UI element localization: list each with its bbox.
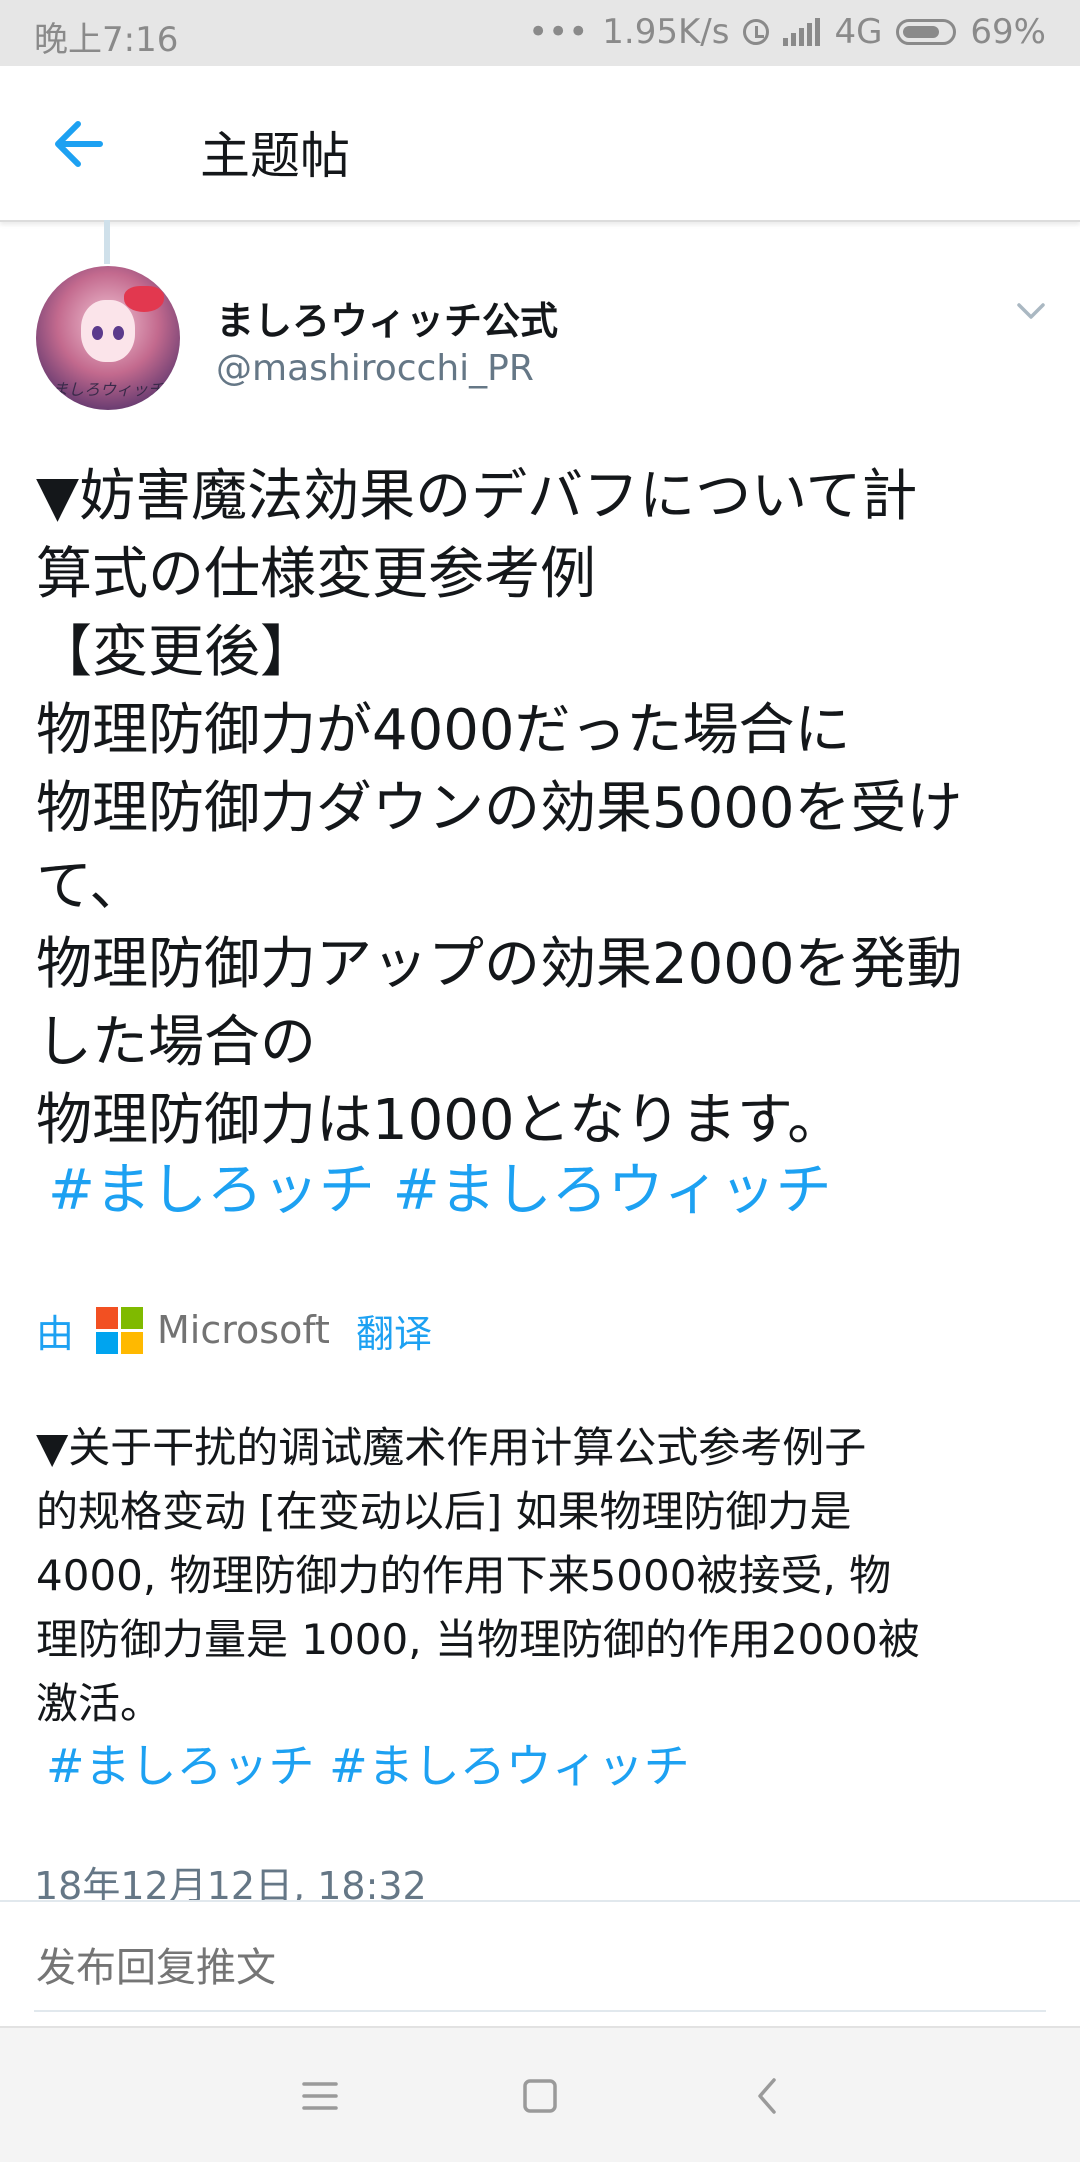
translation-attribution: 由 Microsoft 翻译 [36,1302,432,1358]
avatar-face [81,300,135,362]
tweet-text-line: した場合の [36,1010,316,1075]
tweet-text-line: 物理防御力アップの効果2000を発動 [36,932,963,997]
translated-text-line: 的规格变动 [在变动以后] 如果物理防御力是 [36,1487,852,1536]
battery-level: 69% [970,12,1046,52]
translated-text-line: ▼关于干扰的调试魔术作用计算公式参考例子 [36,1423,867,1472]
status-time: 晚上7:16 [34,20,179,60]
net-speed: 1.95K/s [602,12,730,52]
hashtag-link[interactable]: #ましろウィッチ [329,1739,690,1793]
tweet-text-line: て、 [36,854,146,919]
more-options-button[interactable] [1016,296,1046,326]
translated-text-line: 激活。 [36,1679,163,1728]
nav-menu-button[interactable] [290,2068,350,2124]
avatar-eye [92,326,103,340]
menu-icon [302,2082,338,2110]
signal-icon [783,18,821,46]
hashtag-link[interactable]: #ましろッチ [48,1158,375,1223]
reply-input[interactable] [34,1942,1048,1994]
tweet-text-line: ▼妨害魔法効果のデバフについて計 [36,464,918,529]
tweet-text-line: 算式の仕様変更参考例 [36,542,596,607]
translated-text-line: 理防御力量是 1000, 当物理防御的作用2000被 [36,1615,920,1664]
nav-back-button[interactable] [738,2068,798,2124]
thread-line [104,220,110,264]
microsoft-label: Microsoft [157,1308,330,1352]
tweet-text-line: 【変更後】 [36,620,316,685]
app-bar: 主题帖 [0,66,1080,222]
translated-hashtags: #ましろッチ #ましろウィッチ [46,1734,690,1798]
chevron-down-icon [1017,303,1045,319]
user-handle[interactable]: @mashirocchi_PR [216,348,534,389]
status-bar: 晚上7:16 ••• 1.95K/s 4G 69% [0,0,1080,66]
square-home-icon [523,2079,557,2113]
chevron-left-icon [758,2078,776,2114]
hashtag-link[interactable]: #ましろウィッチ [393,1158,832,1223]
translated-text-line: 4000, 物理防御力的作用下来5000被接受, 物 [36,1551,892,1600]
translated-by-label: 由 [36,1311,75,1356]
translated-text: ▼关于干扰的调试魔术作用计算公式参考例子 的规格变动 [在变动以后] 如果物理防… [36,1416,1046,1736]
display-name[interactable]: ましろウィッチ公式 [216,290,558,345]
alarm-icon [743,19,770,45]
avatar-bow [124,286,164,312]
tweet-text-line: 物理防御力が4000だった場合に [36,698,851,763]
tweet-hashtags: #ましろッチ #ましろウィッチ [48,1152,832,1230]
tweet-text: ▼妨害魔法効果のデバフについて計 算式の仕様変更参考例 【変更後】 物理防御力が… [36,458,1046,1160]
reply-composer [0,1902,1080,2026]
tweet-timestamp: 18年12月12日, 18:32 [34,1864,427,1900]
arrow-left-icon [55,121,103,167]
page-title: 主题帖 [200,127,350,185]
avatar-watermark: ましろウィッチ [51,380,164,399]
nav-home-button[interactable] [510,2068,570,2124]
tweet-text-line: 物理防御力は1000となります。 [36,1088,844,1153]
avatar[interactable]: ましろウィッチ [36,266,180,410]
avatar-eye [113,326,124,340]
status-icons: ••• 1.95K/s 4G 69% [528,12,1046,52]
microsoft-logo-icon [96,1306,144,1354]
system-nav-bar [0,2026,1080,2162]
translate-link[interactable]: 翻译 [356,1303,432,1358]
hashtag-link[interactable]: #ましろッチ [46,1739,315,1793]
tweet-text-line: 物理防御力ダウンの効果5000を受け [36,776,963,841]
more-dots: ••• [528,12,589,52]
network-type: 4G [834,12,883,52]
reply-underline [34,2010,1046,2012]
battery-icon [896,19,957,45]
back-button[interactable] [46,106,122,182]
